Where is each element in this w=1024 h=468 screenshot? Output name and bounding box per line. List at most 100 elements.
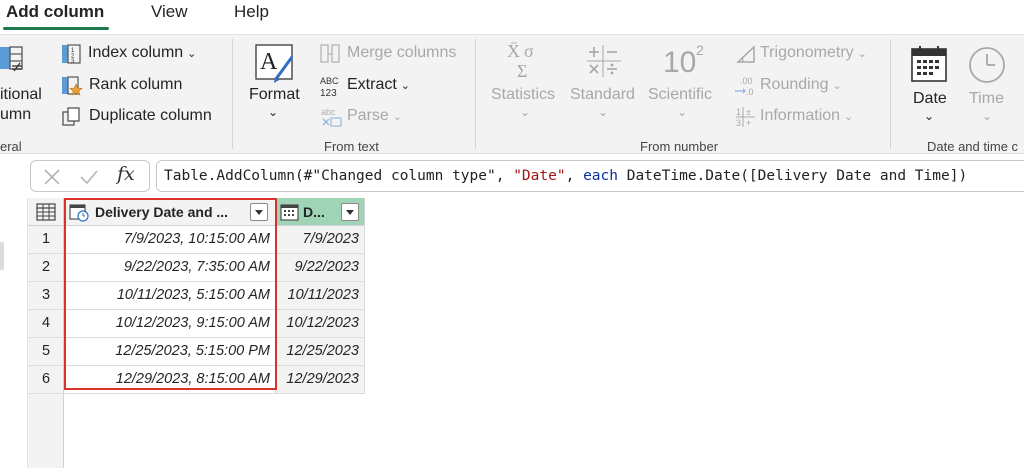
row-number[interactable]: 6 bbox=[28, 366, 64, 394]
column-filter-dropdown-icon[interactable] bbox=[250, 203, 268, 221]
confirm-formula-icon[interactable] bbox=[79, 168, 99, 186]
formula-keyword: each bbox=[583, 168, 618, 184]
conditional-column-icon bbox=[0, 46, 23, 72]
rank-column-label[interactable]: Rank column bbox=[89, 76, 182, 94]
cell-delivery-datetime[interactable]: 10/12/2023, 9:15:00 AM bbox=[64, 310, 276, 338]
row-number[interactable]: 1 bbox=[28, 226, 64, 254]
chevron-down-icon[interactable]: ⌄ bbox=[268, 105, 278, 119]
row-number[interactable]: 3 bbox=[28, 282, 64, 310]
index-column-icon: 1 2 3 bbox=[62, 44, 81, 64]
rounding-label: Rounding bbox=[760, 76, 829, 93]
group-label-from-number: From number bbox=[640, 139, 719, 154]
formula-part: Table.AddColumn(#"Changed column type", bbox=[164, 168, 514, 184]
formula-part: DateTime.Date([Delivery Date and Time]) bbox=[617, 168, 968, 184]
group-separator bbox=[475, 39, 476, 149]
svg-text:+: + bbox=[746, 118, 751, 128]
chevron-down-icon[interactable]: ⌄ bbox=[677, 105, 687, 119]
column-header-delivery-datetime[interactable]: Delivery Date and ... bbox=[64, 198, 276, 226]
conditional-column-label-2[interactable]: umn bbox=[0, 106, 31, 124]
group-label-general: eral bbox=[0, 139, 22, 154]
column-header-label: Delivery Date and ... bbox=[95, 204, 229, 220]
scientific-label[interactable]: Scientific bbox=[648, 86, 712, 104]
duplicate-column-label[interactable]: Duplicate column bbox=[89, 107, 212, 125]
cell-delivery-datetime[interactable]: 12/29/2023, 8:15:00 AM bbox=[64, 366, 276, 394]
column-filter-dropdown-icon[interactable] bbox=[341, 203, 359, 221]
time-clock-icon bbox=[969, 47, 1005, 83]
conditional-column-label-1[interactable]: itional bbox=[0, 86, 42, 104]
column-header-label: D... bbox=[303, 204, 325, 220]
chevron-down-icon[interactable]: ⌄ bbox=[982, 109, 992, 123]
cell-date[interactable]: 12/25/2023 bbox=[276, 338, 365, 366]
cell-date[interactable]: 9/22/2023 bbox=[276, 254, 365, 282]
parse-button[interactable]: Parse ⌄ bbox=[347, 107, 402, 125]
svg-text:3: 3 bbox=[736, 118, 741, 128]
trigonometry-button[interactable]: Trigonometry ⌄ bbox=[760, 44, 867, 62]
svg-text:A: A bbox=[260, 49, 278, 75]
cell-delivery-datetime[interactable]: 9/22/2023, 7:35:00 AM bbox=[64, 254, 276, 282]
chevron-down-icon[interactable]: ⌄ bbox=[520, 105, 530, 119]
index-column-button[interactable]: Index column ⌄ bbox=[88, 44, 196, 62]
svg-text:±: ± bbox=[746, 107, 751, 117]
svg-text:.00: .00 bbox=[740, 76, 753, 86]
tab-view[interactable]: View bbox=[151, 2, 188, 22]
rank-column-icon bbox=[62, 76, 83, 96]
merge-columns-label[interactable]: Merge columns bbox=[347, 44, 456, 62]
extract-button[interactable]: Extract ⌄ bbox=[347, 76, 410, 94]
cell-date[interactable]: 7/9/2023 bbox=[276, 226, 365, 254]
tab-add-column[interactable]: Add column bbox=[6, 2, 104, 22]
row-number[interactable]: 5 bbox=[28, 338, 64, 366]
chevron-down-icon: ⌄ bbox=[832, 80, 842, 92]
information-button[interactable]: Information ⌄ bbox=[760, 107, 853, 125]
time-label[interactable]: Time bbox=[969, 90, 1004, 108]
datetime-type-icon bbox=[69, 204, 89, 222]
cell-date[interactable]: 12/29/2023 bbox=[276, 366, 365, 394]
formula-string-literal: "Date" bbox=[513, 168, 566, 184]
standard-label[interactable]: Standard bbox=[570, 86, 635, 104]
format-label[interactable]: Format bbox=[249, 86, 300, 104]
rounding-button[interactable]: Rounding ⌄ bbox=[760, 76, 842, 94]
cell-delivery-datetime[interactable]: 10/11/2023, 5:15:00 AM bbox=[64, 282, 276, 310]
chevron-down-icon: ⌄ bbox=[392, 111, 403, 123]
date-label[interactable]: Date bbox=[913, 90, 947, 108]
svg-text:ABC: ABC bbox=[320, 76, 339, 86]
statistics-label[interactable]: Statistics bbox=[491, 86, 555, 104]
active-tab-indicator bbox=[3, 27, 109, 30]
chevron-down-icon: ⌄ bbox=[844, 111, 854, 123]
formula-part: , bbox=[565, 168, 584, 184]
date-type-icon bbox=[280, 204, 299, 221]
formula-input[interactable]: Table.AddColumn(#"Changed column type", … bbox=[156, 160, 1024, 192]
merge-columns-icon bbox=[320, 44, 340, 63]
group-label-date-time: Date and time c bbox=[927, 139, 1019, 154]
pane-handle[interactable] bbox=[0, 242, 4, 270]
svg-text:X̄: X̄ bbox=[507, 41, 520, 61]
svg-text:2: 2 bbox=[696, 42, 704, 58]
chevron-down-icon: ⌄ bbox=[857, 48, 867, 60]
parse-label: Parse bbox=[347, 107, 389, 124]
row-number[interactable]: 2 bbox=[28, 254, 64, 282]
table-icon[interactable] bbox=[36, 203, 56, 221]
cell-delivery-datetime[interactable]: 12/25/2023, 5:15:00 PM bbox=[64, 338, 276, 366]
cancel-formula-icon[interactable] bbox=[43, 168, 61, 186]
parse-icon: abc bbox=[321, 107, 342, 127]
chevron-down-icon[interactable]: ⌄ bbox=[598, 105, 608, 119]
scientific-icon: 10 2 bbox=[663, 42, 704, 79]
cell-date[interactable]: 10/11/2023 bbox=[276, 282, 365, 310]
queries-pane-collapsed[interactable] bbox=[0, 198, 28, 468]
index-column-label: Index column bbox=[88, 44, 184, 61]
grid-corner[interactable] bbox=[28, 198, 64, 226]
svg-text:Σ: Σ bbox=[517, 61, 527, 81]
trigonometry-icon bbox=[736, 45, 755, 63]
svg-text:σ: σ bbox=[524, 41, 534, 61]
group-separator bbox=[232, 39, 233, 149]
chevron-down-icon[interactable]: ⌄ bbox=[924, 109, 934, 123]
row-number[interactable]: 4 bbox=[28, 310, 64, 338]
cell-delivery-datetime[interactable]: 7/9/2023, 10:15:00 AM bbox=[64, 226, 276, 254]
column-header-date[interactable]: D... bbox=[276, 198, 365, 226]
formula-bar: fx Table.AddColumn(#"Changed column type… bbox=[0, 154, 1024, 198]
group-separator bbox=[890, 39, 891, 149]
fx-icon[interactable]: fx bbox=[117, 163, 135, 185]
svg-text:10: 10 bbox=[663, 46, 696, 79]
tab-help[interactable]: Help bbox=[234, 2, 269, 22]
cell-date[interactable]: 10/12/2023 bbox=[276, 310, 365, 338]
trigonometry-label: Trigonometry bbox=[760, 44, 854, 61]
